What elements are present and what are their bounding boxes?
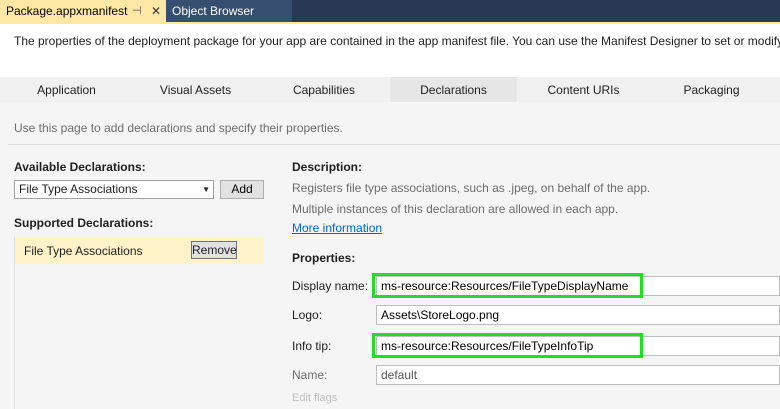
logo-label: Logo: — [292, 308, 323, 322]
logo-field[interactable]: Assets\StoreLogo.png — [376, 305, 780, 325]
tab-package-appxmanifest[interactable]: Package.appxmanifest ⊣ ✕ — [0, 0, 166, 22]
display-name-highlight — [372, 273, 643, 298]
name-field[interactable]: default — [376, 365, 780, 385]
pin-icon[interactable]: ⊣ — [132, 0, 142, 22]
info-tip-label: Info tip: — [292, 339, 332, 353]
supported-declarations-title: Supported Declarations: — [14, 216, 154, 230]
document-tab-strip: Package.appxmanifest ⊣ ✕ Object Browser — [0, 0, 780, 22]
list-item-label: File Type Associations — [24, 244, 143, 258]
page-hint: Use this page to add declarations and sp… — [14, 121, 343, 135]
supported-declarations-list: File Type Associations Remove — [14, 237, 264, 409]
close-icon[interactable]: ✕ — [151, 0, 161, 22]
info-tip-highlight — [372, 333, 643, 358]
edit-flags-label: Edit flags — [292, 392, 338, 404]
designer-tabs: Application Visual Assets Capabilities D… — [0, 77, 780, 102]
tab-application[interactable]: Application — [0, 77, 133, 102]
list-item[interactable]: File Type Associations Remove — [15, 237, 264, 264]
properties-title: Properties: — [292, 251, 356, 265]
chevron-down-icon[interactable]: ▼ — [202, 181, 210, 198]
tab-label: Object Browser — [172, 4, 255, 18]
tab-object-browser[interactable]: Object Browser — [166, 0, 292, 22]
available-declarations-select[interactable]: File Type Associations ▼ — [14, 180, 214, 199]
divider — [8, 144, 780, 145]
remove-button[interactable]: Remove — [191, 241, 237, 259]
more-information-link[interactable]: More information — [292, 221, 382, 235]
tab-capabilities[interactable]: Capabilities — [258, 77, 390, 102]
tab-visual-assets[interactable]: Visual Assets — [133, 77, 258, 102]
name-label: Name: — [292, 368, 328, 382]
tab-declarations[interactable]: Declarations — [390, 77, 517, 102]
description-line-2: Multiple instances of this declaration a… — [292, 202, 619, 216]
description-title: Description: — [292, 160, 363, 174]
tab-label: Package.appxmanifest — [6, 4, 128, 18]
tab-packaging[interactable]: Packaging — [650, 77, 773, 102]
select-value: File Type Associations — [19, 182, 138, 196]
intro-text: The properties of the deployment package… — [14, 34, 780, 48]
add-button[interactable]: Add — [220, 180, 264, 199]
description-line-1: Registers file type associations, such a… — [292, 181, 651, 195]
display-name-label: Display name: — [292, 279, 369, 293]
available-declarations-title: Available Declarations: — [14, 160, 146, 174]
tab-content-uris[interactable]: Content URIs — [517, 77, 650, 102]
active-tab-underline — [0, 22, 780, 24]
